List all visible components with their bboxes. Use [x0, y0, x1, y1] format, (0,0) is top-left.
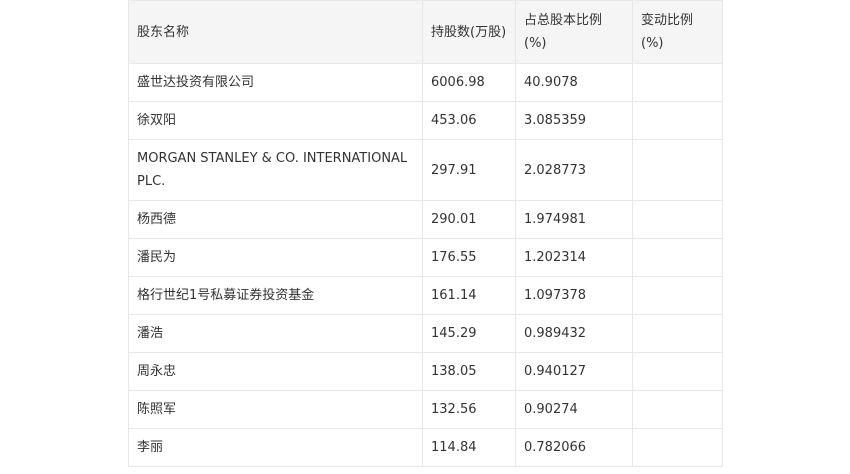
cell-ratio: 0.989432: [515, 314, 633, 353]
cell-shares: 132.56: [422, 390, 516, 429]
cell-ratio: 1.974981: [515, 200, 633, 239]
cell-change: [632, 428, 723, 467]
cell-name: 杨西德: [128, 200, 423, 239]
cell-shares: 114.84: [422, 428, 516, 467]
cell-shares: 161.14: [422, 276, 516, 315]
cell-shares: 290.01: [422, 200, 516, 239]
cell-ratio: 0.940127: [515, 352, 633, 391]
table-row: 陈照军 132.56 0.90274: [128, 390, 723, 429]
cell-ratio: 1.097378: [515, 276, 633, 315]
cell-ratio: 0.90274: [515, 390, 633, 429]
cell-change: [632, 314, 723, 353]
cell-name: 格行世纪1号私募证券投资基金: [128, 276, 423, 315]
cell-change: [632, 200, 723, 239]
header-shareholder-name: 股东名称: [128, 0, 423, 64]
cell-shares: 176.55: [422, 238, 516, 277]
cell-shares: 297.91: [422, 139, 516, 201]
cell-ratio: 2.028773: [515, 139, 633, 201]
table-row: MORGAN STANLEY & CO. INTERNATIONAL PLC. …: [128, 139, 723, 201]
cell-name: 李丽: [128, 428, 423, 467]
shareholder-table-container: 股东名称 持股数(万股) 占总股本比例(%) 变动比例(%) 盛世达投资有限公司…: [128, 0, 723, 467]
cell-change: [632, 390, 723, 429]
cell-name: 潘浩: [128, 314, 423, 353]
table-row: 杨西德 290.01 1.974981: [128, 200, 723, 239]
table-row: 潘浩 145.29 0.989432: [128, 314, 723, 353]
table-row: 徐双阳 453.06 3.085359: [128, 101, 723, 140]
table-row: 潘民为 176.55 1.202314: [128, 238, 723, 277]
cell-ratio: 0.782066: [515, 428, 633, 467]
header-shares-held: 持股数(万股): [422, 0, 516, 64]
cell-shares: 138.05: [422, 352, 516, 391]
cell-ratio: 1.202314: [515, 238, 633, 277]
table-row: 盛世达投资有限公司 6006.98 40.9078: [128, 63, 723, 102]
cell-change: [632, 352, 723, 391]
cell-name: 潘民为: [128, 238, 423, 277]
table-row: 格行世纪1号私募证券投资基金 161.14 1.097378: [128, 276, 723, 315]
cell-shares: 6006.98: [422, 63, 516, 102]
cell-change: [632, 139, 723, 201]
cell-ratio: 3.085359: [515, 101, 633, 140]
shareholder-table: 股东名称 持股数(万股) 占总股本比例(%) 变动比例(%) 盛世达投资有限公司…: [128, 0, 723, 467]
header-share-ratio: 占总股本比例(%): [515, 0, 633, 64]
header-change-ratio: 变动比例(%): [632, 0, 723, 64]
table-row: 李丽 114.84 0.782066: [128, 428, 723, 467]
cell-change: [632, 238, 723, 277]
cell-ratio: 40.9078: [515, 63, 633, 102]
cell-change: [632, 276, 723, 315]
cell-change: [632, 63, 723, 102]
table-row: 周永忠 138.05 0.940127: [128, 352, 723, 391]
cell-name: 周永忠: [128, 352, 423, 391]
cell-change: [632, 101, 723, 140]
cell-name: 陈照军: [128, 390, 423, 429]
cell-name: MORGAN STANLEY & CO. INTERNATIONAL PLC.: [128, 139, 423, 201]
cell-shares: 453.06: [422, 101, 516, 140]
cell-name: 盛世达投资有限公司: [128, 63, 423, 102]
cell-name: 徐双阳: [128, 101, 423, 140]
cell-shares: 145.29: [422, 314, 516, 353]
table-header-row: 股东名称 持股数(万股) 占总股本比例(%) 变动比例(%): [128, 0, 723, 64]
